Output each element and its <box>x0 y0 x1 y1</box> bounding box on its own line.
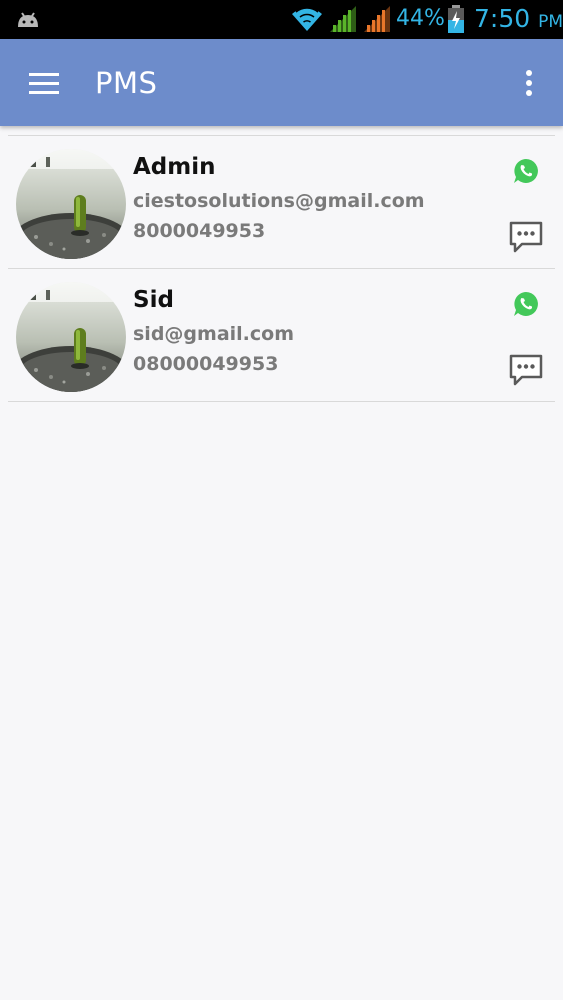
contact-name: Sid <box>133 287 174 313</box>
battery-charging-icon <box>448 5 464 33</box>
contact-phone: 8000049953 <box>133 220 266 242</box>
clock-ampm: PM <box>538 12 563 32</box>
hamburger-menu-icon[interactable] <box>22 63 66 103</box>
page-title: PMS <box>95 66 158 100</box>
more-vert-icon[interactable] <box>512 65 546 101</box>
signal-icon <box>364 6 390 32</box>
contact-list: Admin ciestosolutions@gmail.com 80000499… <box>8 135 555 402</box>
app-bar: PMS <box>0 39 563 126</box>
signal-icon <box>330 6 356 32</box>
contact-email: ciestosolutions@gmail.com <box>133 190 425 212</box>
whatsapp-icon[interactable] <box>512 290 540 318</box>
avatar <box>16 282 126 392</box>
android-icon <box>18 12 38 27</box>
chat-message-icon[interactable] <box>508 220 544 254</box>
contact-row[interactable]: Admin ciestosolutions@gmail.com 80000499… <box>8 135 555 268</box>
chat-message-icon[interactable] <box>508 353 544 387</box>
clock-time: 7:50 <box>474 4 531 33</box>
contact-email: sid@gmail.com <box>133 323 294 345</box>
contact-row[interactable]: Sid sid@gmail.com 08000049953 <box>8 268 555 402</box>
avatar <box>16 149 126 259</box>
battery-percent: 44% <box>396 6 445 31</box>
clock: 7:50 PM <box>474 3 563 38</box>
status-bar: 44% 7:50 PM <box>0 0 563 39</box>
wifi-icon <box>292 7 322 31</box>
contact-name: Admin <box>133 154 216 180</box>
whatsapp-icon[interactable] <box>512 157 540 185</box>
contact-phone: 08000049953 <box>133 353 279 375</box>
